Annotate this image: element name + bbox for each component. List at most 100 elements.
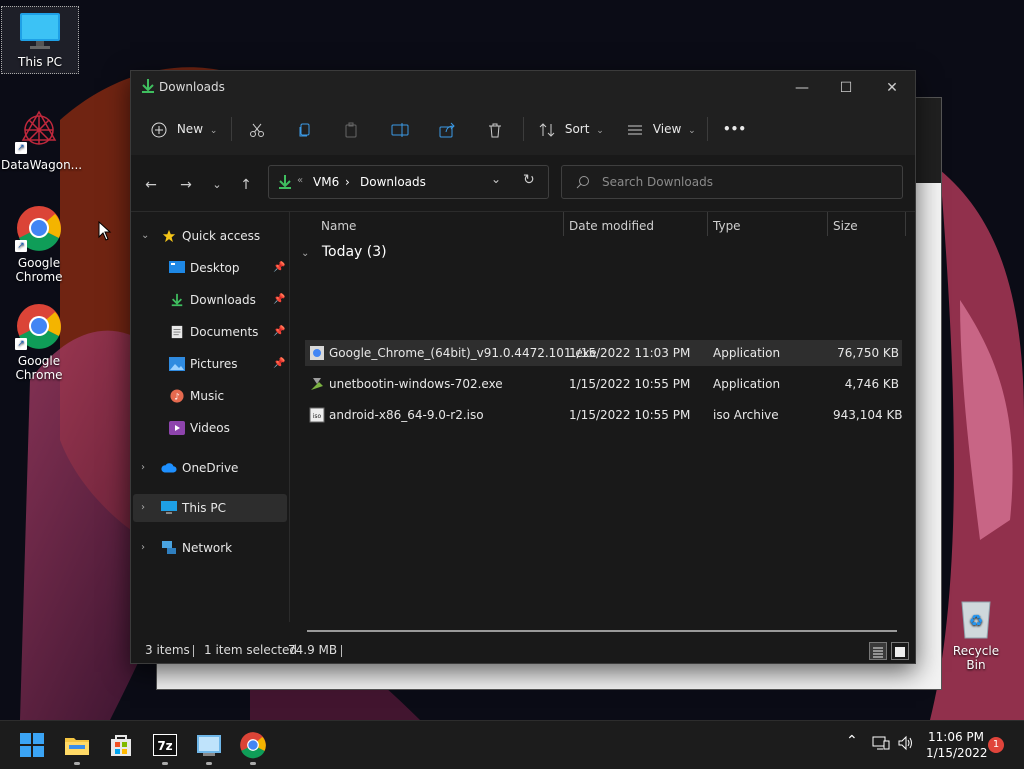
search-input[interactable]: Search Downloads bbox=[602, 175, 713, 189]
refresh-icon[interactable]: ↻ bbox=[523, 172, 535, 188]
group-label: Today (3) bbox=[321, 244, 387, 260]
up-button[interactable]: ↑ bbox=[234, 173, 258, 197]
network-icon bbox=[162, 541, 176, 554]
desktop-icon-datawagon[interactable]: ↗ DataWagon... bbox=[1, 106, 83, 172]
toolbar-divider bbox=[231, 117, 232, 141]
horizontal-scrollbar[interactable] bbox=[307, 630, 897, 632]
column-header-type[interactable]: Type bbox=[713, 212, 741, 239]
shortcut-arrow-icon: ↗ bbox=[15, 142, 27, 154]
sidebar-item-network[interactable]: › Network bbox=[133, 534, 287, 562]
breadcrumb-overflow[interactable]: « bbox=[297, 175, 303, 186]
search-box[interactable]: Search Downloads bbox=[561, 165, 903, 199]
minimize-button[interactable]: — bbox=[779, 75, 825, 101]
pin-icon: 📌 bbox=[273, 262, 286, 273]
more-options-button[interactable]: ••• bbox=[723, 115, 746, 143]
file-type: iso Archive bbox=[713, 408, 779, 422]
view-button[interactable]: View ⌄ bbox=[627, 115, 696, 143]
navigation-bar: ← → ⌄ ↑ « VM6 › Downloads ⌄ ↻ Search Dow… bbox=[131, 155, 915, 212]
share-button[interactable] bbox=[439, 115, 455, 143]
column-divider[interactable] bbox=[827, 212, 828, 236]
status-bar: 3 items 1 item selected 74.9 MB bbox=[131, 637, 915, 663]
back-button[interactable]: ← bbox=[139, 173, 163, 197]
file-explorer-window[interactable]: Downloads — ☐ ✕ New ⌄ Sort ⌄ View ⌄ ••• … bbox=[130, 70, 916, 664]
tiles-view-button[interactable] bbox=[891, 642, 909, 660]
file-type: Application bbox=[713, 377, 781, 391]
chevron-right-icon[interactable]: › bbox=[141, 454, 145, 482]
pane-splitter[interactable] bbox=[289, 212, 290, 622]
column-divider[interactable] bbox=[707, 212, 708, 236]
copy-button[interactable] bbox=[297, 115, 313, 143]
network-tray-icon[interactable] bbox=[872, 735, 890, 754]
file-name: android-x86_64-9.0-r2.iso bbox=[329, 408, 484, 422]
sidebar-item-pictures[interactable]: Pictures 📌 bbox=[133, 350, 287, 378]
svg-text:iso: iso bbox=[313, 413, 322, 420]
desktop-icon-label: DataWagon... bbox=[1, 158, 83, 172]
desktop-icon-recycle-bin[interactable]: ♻ Recycle Bin bbox=[944, 596, 1008, 672]
command-bar: New ⌄ Sort ⌄ View ⌄ ••• bbox=[131, 103, 915, 155]
file-size: 4,746 KB bbox=[844, 377, 899, 391]
sidebar-item-quick-access[interactable]: ⌄ Quick access bbox=[133, 222, 287, 250]
maximize-button[interactable]: ☐ bbox=[823, 75, 869, 101]
sidebar-item-desktop[interactable]: Desktop 📌 bbox=[133, 254, 287, 282]
file-size: 943,104 KB bbox=[833, 408, 903, 422]
document-icon bbox=[171, 325, 183, 339]
paste-button[interactable] bbox=[343, 115, 359, 143]
sidebar-item-documents[interactable]: Documents 📌 bbox=[133, 318, 287, 346]
column-divider[interactable] bbox=[563, 212, 564, 236]
sidebar-item-videos[interactable]: Videos bbox=[133, 414, 287, 442]
chrome-icon: ↗ bbox=[15, 302, 63, 350]
column-header-name[interactable]: Name bbox=[321, 212, 356, 239]
notification-badge[interactable]: 1 bbox=[988, 737, 1004, 753]
desktop-icon-google-chrome-2[interactable]: ↗ Google Chrome bbox=[1, 302, 77, 382]
column-divider[interactable] bbox=[905, 212, 906, 236]
taskbar-file-explorer[interactable] bbox=[63, 731, 91, 759]
sidebar-item-downloads[interactable]: Downloads 📌 bbox=[133, 286, 287, 314]
address-history-dropdown[interactable]: ⌄ bbox=[491, 172, 501, 186]
close-button[interactable]: ✕ bbox=[869, 75, 915, 101]
svg-text:♪: ♪ bbox=[174, 393, 180, 403]
group-header-today[interactable]: ⌄ Today (3) bbox=[301, 244, 397, 260]
sidebar-item-this-pc[interactable]: › This PC bbox=[133, 494, 287, 522]
tiles-view-icon bbox=[895, 647, 905, 657]
volume-icon[interactable] bbox=[898, 735, 914, 754]
forward-button[interactable]: → bbox=[174, 173, 198, 197]
taskbar-control-panel[interactable] bbox=[195, 731, 223, 759]
address-bar[interactable]: « VM6 › Downloads ⌄ ↻ bbox=[268, 165, 549, 199]
cut-button[interactable] bbox=[249, 115, 265, 143]
new-button[interactable]: New ⌄ bbox=[151, 115, 217, 143]
table-row[interactable]: unetbootin-windows-702.exe 1/15/2022 10:… bbox=[305, 371, 902, 397]
sidebar-item-music[interactable]: ♪ Music bbox=[133, 382, 287, 410]
clock-time: 11:06 PM bbox=[928, 730, 984, 744]
scissors-icon bbox=[250, 123, 264, 137]
breadcrumb-downloads[interactable]: Downloads bbox=[360, 175, 426, 189]
column-header-date-modified[interactable]: Date modified bbox=[569, 212, 654, 239]
chevron-down-icon[interactable]: ⌄ bbox=[141, 222, 149, 250]
desktop-icon-this-pc[interactable]: This PC bbox=[1, 6, 79, 74]
window-title: Downloads bbox=[159, 80, 225, 94]
recent-locations-button[interactable]: ⌄ bbox=[205, 173, 229, 197]
sidebar-item-onedrive[interactable]: › OneDrive bbox=[133, 454, 287, 482]
desktop-icon-google-chrome-1[interactable]: ↗ Google Chrome bbox=[1, 204, 77, 284]
taskbar-microsoft-store[interactable] bbox=[107, 731, 135, 759]
show-hidden-icons-button[interactable]: ⌃ bbox=[846, 733, 858, 749]
column-header-size[interactable]: Size bbox=[833, 212, 858, 239]
table-row[interactable]: iso android-x86_64-9.0-r2.iso 1/15/2022 … bbox=[305, 402, 903, 428]
sort-button[interactable]: Sort ⌄ bbox=[539, 115, 604, 143]
table-row[interactable]: Google_Chrome_(64bit)_v91.0.4472.101.exe… bbox=[305, 340, 902, 366]
taskbar-7zip[interactable]: 7z bbox=[151, 731, 179, 759]
title-bar[interactable]: Downloads — ☐ ✕ bbox=[131, 71, 915, 103]
chevron-right-icon[interactable]: › bbox=[141, 494, 145, 522]
breadcrumb-vm6[interactable]: VM6 bbox=[313, 175, 339, 189]
recycle-bin-icon: ♻ bbox=[956, 596, 996, 640]
breadcrumb-separator: › bbox=[345, 175, 350, 189]
rename-button[interactable] bbox=[391, 115, 409, 143]
running-indicator bbox=[74, 762, 80, 765]
taskbar-google-chrome[interactable] bbox=[239, 731, 267, 759]
folder-icon bbox=[65, 738, 89, 755]
item-count: 3 items bbox=[145, 643, 190, 657]
details-view-button[interactable] bbox=[869, 642, 887, 660]
chevron-right-icon[interactable]: › bbox=[141, 534, 145, 562]
start-button[interactable] bbox=[18, 731, 46, 759]
taskbar-clock[interactable]: 11:06 PM 1/15/2022 bbox=[926, 729, 988, 761]
delete-button[interactable] bbox=[487, 115, 503, 143]
